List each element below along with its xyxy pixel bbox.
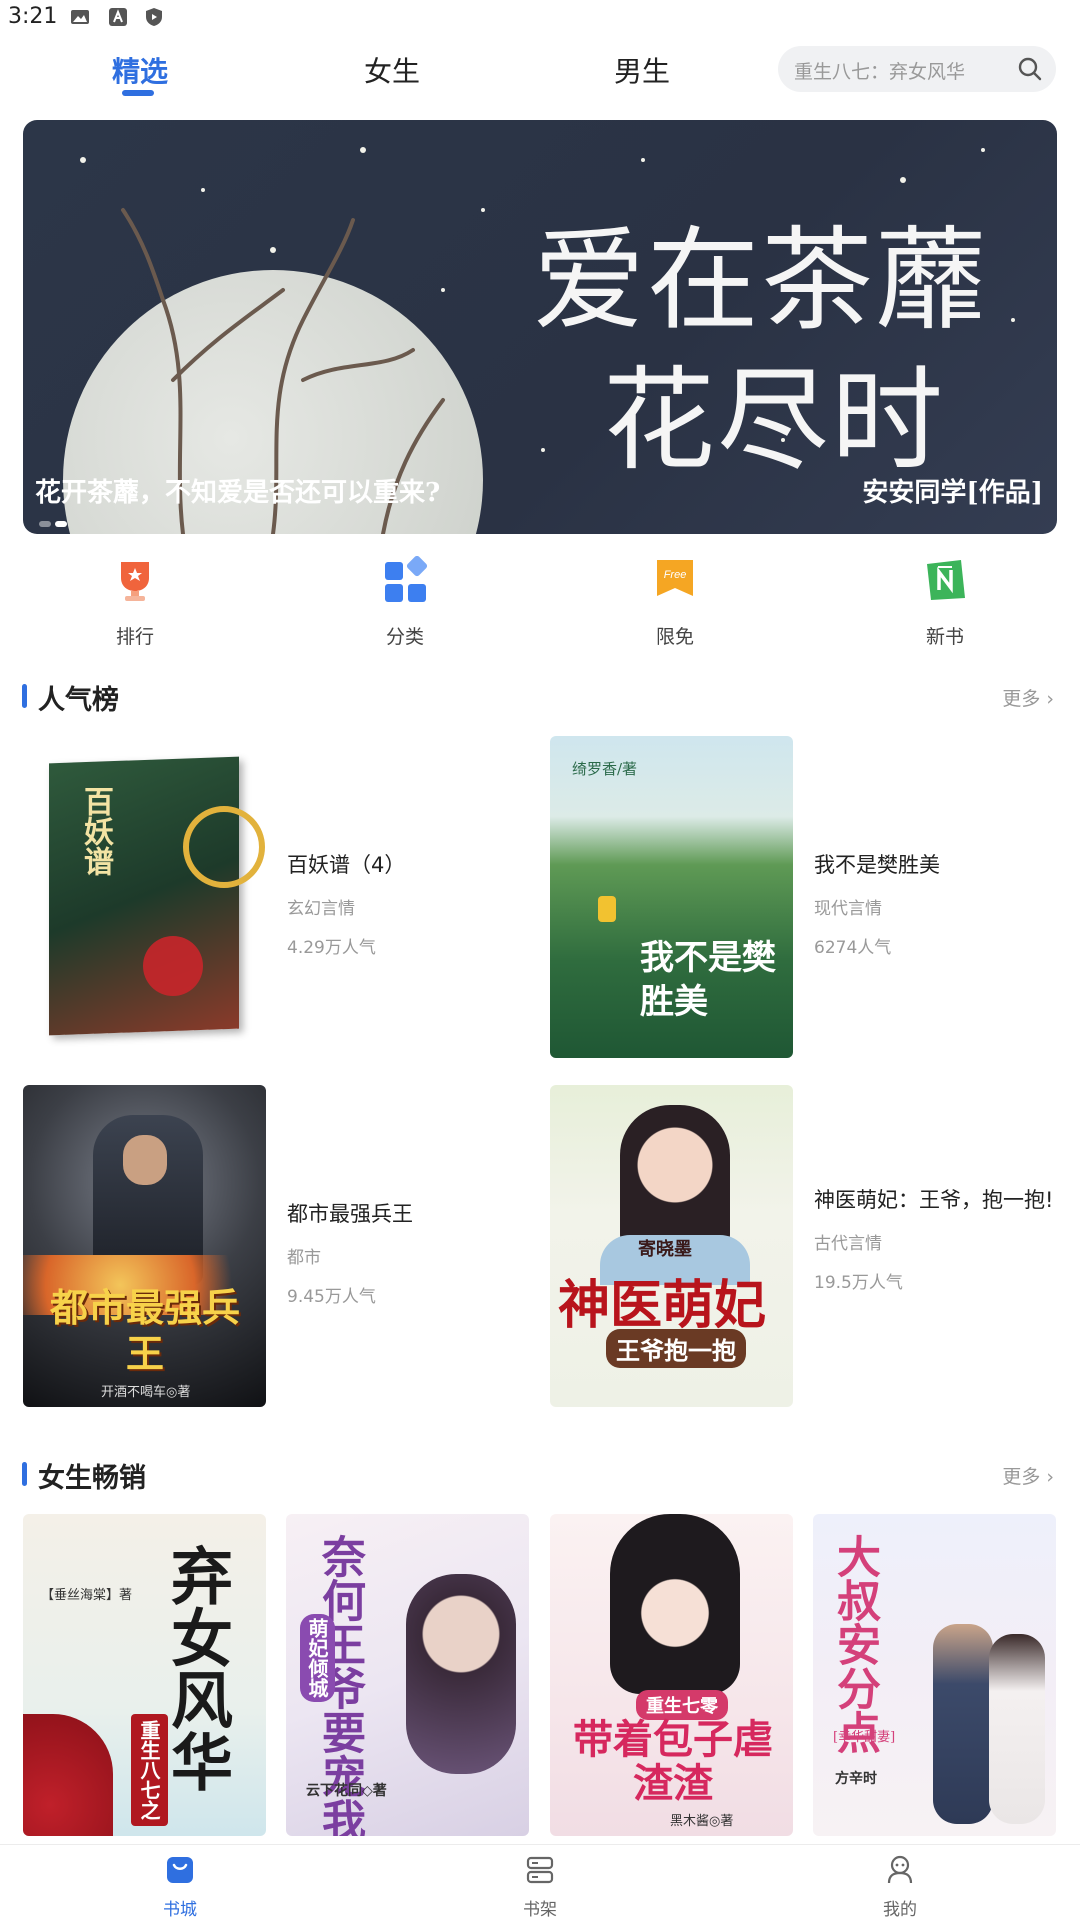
quick-free-label: 限免 [655, 626, 694, 648]
cover-author: 寄晓墨 [638, 1239, 692, 1260]
book-popularity: 6274人气 [814, 938, 892, 958]
quick-ranking-label: 排行 [115, 626, 154, 648]
nav-bookshelf[interactable]: 书架 [480, 1853, 600, 1920]
book-popularity: 9.45万人气 [287, 1287, 376, 1307]
cover-title: 大叔安分点 [829, 1534, 880, 1754]
women-book-3[interactable]: 重生七零 带着包子虐渣渣 黑木酱◎著 [550, 1514, 793, 1836]
free-tag-icon: Free [657, 560, 693, 596]
svg-text:Free: Free [664, 569, 687, 581]
women-book-4[interactable]: 大叔安分点 [幸华甜妻] 方辛时 [813, 1514, 1056, 1836]
banner-title-line2: 花尽时 [603, 356, 945, 486]
section-accent-bar [22, 1462, 27, 1486]
status-time: 3:21 [8, 4, 58, 29]
quick-ranking[interactable]: 排行 [75, 556, 195, 649]
nav-bookstore[interactable]: 书城 [120, 1853, 240, 1920]
new-book-icon [927, 560, 965, 600]
search-bar[interactable]: 重生八七：弃女风华 [778, 46, 1056, 92]
book-popularity: 19.5万人气 [814, 1273, 903, 1293]
quick-entries: 排行 分类 Free 限免 新书 [0, 555, 1080, 649]
category-grid-icon [385, 555, 428, 602]
book-info: 百妖谱（4） 玄幻言情 4.29万人气 [287, 850, 547, 958]
cover-title: 带着包子虐渣渣 [573, 1716, 773, 1807]
banner-subtitle: 花开茶蘼，不知爱是否还可以重来? [35, 478, 441, 508]
book-category: 现代言情 [814, 899, 882, 919]
cover-title: 都市最强兵王 [49, 1285, 240, 1376]
women-section-header: 女生畅销 更多 › [0, 1454, 1080, 1494]
profile-icon [887, 1855, 913, 1884]
a-notification-icon [109, 8, 127, 26]
book-info: 我不是樊胜美 现代言情 6274人气 [814, 850, 1074, 958]
quick-category-label: 分类 [385, 626, 424, 648]
quick-new-books[interactable]: 新书 [885, 556, 1005, 649]
trophy-icon [121, 562, 149, 601]
cover-author: 【垂丝海棠】著 [41, 1588, 133, 1603]
tab-female[interactable]: 女生 [364, 50, 420, 90]
banner-author: 安安同学[作品] [862, 478, 1043, 508]
nav-profile-label: 我的 [883, 1900, 917, 1920]
promo-banner[interactable]: 爱在茶蘼 花尽时 花开茶蘼，不知爱是否还可以重来? 安安同学[作品] [23, 120, 1057, 534]
cover-subtitle: 重生八七之 [131, 1714, 168, 1826]
cover-subtitle: 王爷抱一抱 [606, 1329, 746, 1368]
book-name: 我不是樊胜美 [814, 853, 940, 877]
book-name: 都市最强兵王 [287, 1202, 413, 1226]
section-accent-bar [22, 684, 27, 708]
banner-dot-active [55, 521, 67, 527]
cover-author: 黑木酱◎著 [670, 1814, 734, 1829]
top-tabs: 精选 女生 男生 [0, 40, 760, 100]
book-popularity: 4.29万人气 [287, 938, 376, 958]
cover-title: 神医萌妃 [558, 1275, 767, 1336]
book-info: 都市最强兵王 都市 9.45万人气 [287, 1199, 547, 1307]
banner-pager [39, 512, 71, 531]
book-name: 百妖谱（4） [287, 853, 406, 877]
quick-new-books-label: 新书 [925, 626, 964, 648]
nav-profile[interactable]: 我的 [840, 1853, 960, 1920]
cover-author: 绮罗香/著 [572, 760, 638, 778]
book-name: 神医萌妃：王爷，抱一抱! [814, 1188, 1054, 1212]
book-category: 玄幻言情 [287, 899, 355, 919]
book-cover[interactable]: 都市最强兵王 开酒不喝车◎著 [23, 1085, 266, 1407]
bottom-navigation: 书城 书架 我的 [0, 1844, 1080, 1921]
popular-section-title: 人气榜 [38, 685, 119, 716]
cover-subtitle: [幸华甜妻] [833, 1730, 896, 1745]
cover-author: 云下花同◇著 [306, 1783, 387, 1799]
cover-author: 开酒不喝车◎著 [101, 1385, 191, 1400]
banner-dot [39, 521, 51, 527]
active-tab-indicator [122, 90, 154, 96]
search-icon[interactable] [1016, 55, 1044, 83]
bookstore-icon [167, 1857, 193, 1883]
nav-bookshelf-label: 书架 [523, 1900, 557, 1920]
book-cover[interactable]: 百妖谱 [23, 736, 266, 1058]
popular-more-link[interactable]: 更多 › [1002, 684, 1054, 711]
cover-title: 我不是樊胜美 [640, 938, 776, 1022]
tab-male[interactable]: 男生 [614, 50, 670, 90]
quick-free[interactable]: Free 限免 [615, 556, 735, 649]
women-section-title: 女生畅销 [38, 1463, 146, 1494]
status-bar: 3:21 [0, 0, 1080, 36]
women-more-link[interactable]: 更多 › [1002, 1462, 1054, 1489]
cover-subtitle: 萌妃倾城 [300, 1614, 335, 1702]
cover-author: 方辛时 [835, 1771, 877, 1787]
book-cover[interactable]: 绮罗香/著 我不是樊胜美 [550, 736, 793, 1058]
book-info: 神医萌妃：王爷，抱一抱! 古代言情 19.5万人气 [814, 1185, 1074, 1293]
cover-title: 弃女风华 [160, 1544, 233, 1792]
search-placeholder: 重生八七：弃女风华 [794, 61, 966, 83]
book-cover[interactable]: 寄晓墨 神医萌妃 王爷抱一抱 [550, 1085, 793, 1407]
women-book-2[interactable]: 奈何王爷要宠我 萌妃倾城 云下花同◇著 [286, 1514, 529, 1836]
nav-bookstore-label: 书城 [163, 1900, 197, 1920]
popular-section-header: 人气榜 更多 › [0, 676, 1080, 716]
image-notification-icon [71, 10, 89, 24]
cover-title: 百妖谱 [78, 786, 113, 876]
book-category: 都市 [287, 1248, 321, 1268]
tab-featured[interactable]: 精选 [112, 50, 168, 90]
quick-category[interactable]: 分类 [345, 555, 465, 649]
shield-notification-icon [146, 8, 162, 26]
book-category: 古代言情 [814, 1234, 882, 1254]
banner-title-line1: 爱在茶蘼 [533, 216, 989, 346]
women-book-1[interactable]: 【垂丝海棠】著 弃女风华 重生八七之 [23, 1514, 266, 1836]
bookshelf-icon [526, 1856, 554, 1884]
